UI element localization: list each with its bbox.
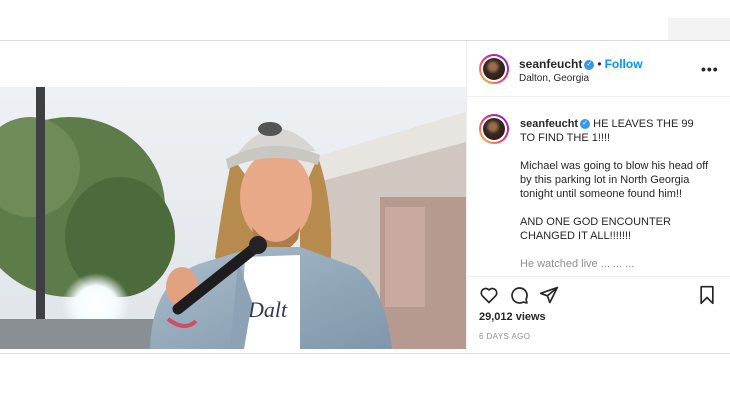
action-bar [479,285,719,309]
post-timestamp[interactable]: 6 DAYS AGO [479,332,530,341]
separator-dot: • [597,57,602,71]
video-frame: Dalt [0,87,466,349]
caption-truncated-line: He watched live ... ... ... [520,258,635,270]
author-username[interactable]: seanfeucht [519,57,582,71]
heart-icon [480,287,498,304]
svg-text:Dalt: Dalt [247,297,288,322]
post-caption: seanfeucht ✓ HE LEAVES THE 99 TO FIND THE… [467,98,730,276]
post-location[interactable]: Dalton, Georgia [519,73,589,84]
verified-badge-icon: ✓ [584,59,595,70]
post-header: seanfeucht ✓ • Follow Dalton, Georgia ••• [467,41,730,97]
post-sidebar: seanfeucht ✓ • Follow Dalton, Georgia ••• s… [467,41,730,353]
save-button[interactable] [697,285,719,307]
bookmark-icon [700,285,714,305]
post-media: Dalt [0,41,466,353]
author-avatar[interactable] [479,54,509,84]
more-options-icon[interactable]: ••• [701,61,719,77]
comment-icon [511,287,528,304]
view-count[interactable]: 29,012 views [479,311,546,323]
actions-divider [467,276,730,277]
instagram-post: Dalt seanfeucht ✓ • Follow Dalton, Georg… [0,40,730,354]
caption-paragraph-2: AND ONE GOD ENCOUNTER CHANGED IT ALL!!!!… [520,216,671,242]
caption-username[interactable]: seanfeucht [520,118,578,130]
top-right-gray-bar [668,18,730,40]
caption-text: seanfeucht ✓ HE LEAVES THE 99 TO FIND THE… [520,117,710,276]
share-icon [539,286,559,304]
follow-button[interactable]: Follow [605,57,643,71]
caption-author-avatar[interactable] [479,114,509,144]
like-button[interactable] [479,285,501,307]
video-player[interactable]: Dalt [0,87,466,353]
caption-verified-badge-icon: ✓ [580,119,591,130]
author-line: seanfeucht ✓ • Follow [519,57,643,71]
comment-button[interactable] [509,285,531,307]
share-button[interactable] [539,285,561,307]
caption-paragraph-1: Michael was going to blow his head off b… [520,160,709,200]
